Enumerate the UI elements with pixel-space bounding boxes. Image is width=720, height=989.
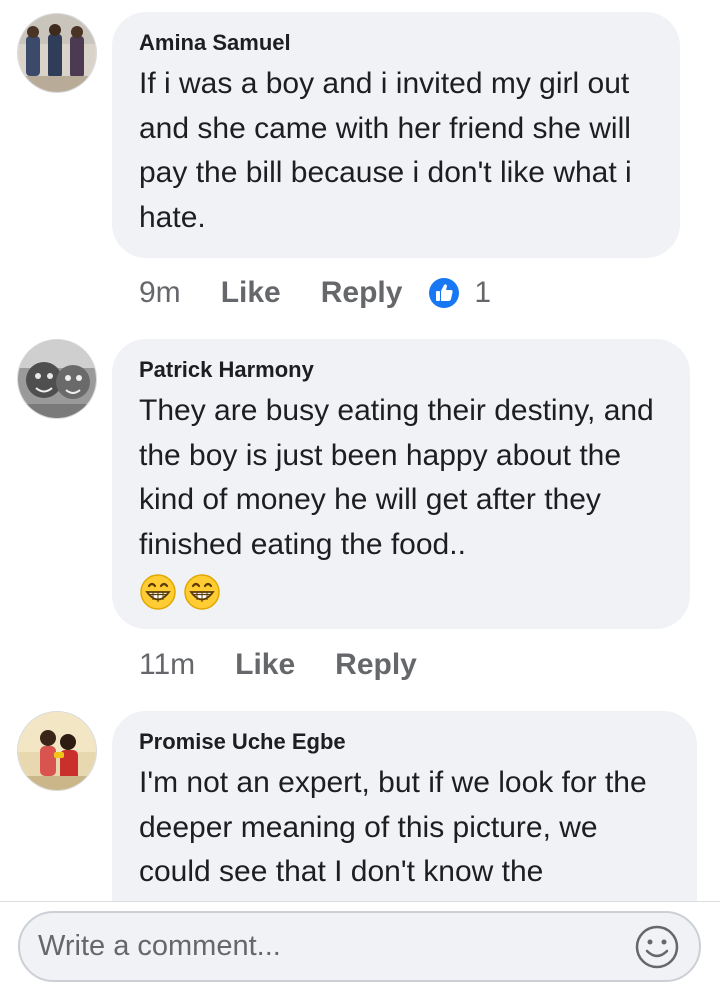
avatar-amina-samuel[interactable] [17,13,97,93]
smiley-icon[interactable] [633,923,681,971]
avatar-photo [18,340,96,418]
grinning-face-emoji [184,574,220,610]
comment-bubble: Patrick Harmony They are busy eating the… [112,339,690,629]
comment-text: They are busy eating their destiny, and … [139,394,654,561]
reply-button[interactable]: Reply [335,648,417,682]
comment-input[interactable] [36,929,633,964]
comment-author[interactable]: Promise Uche Egbe [139,729,671,755]
avatar-promise-uche-egbe[interactable] [17,711,97,791]
comment-text: If i was a boy and i invited my girl out… [139,67,632,234]
comment-timestamp[interactable]: 11m [139,648,195,682]
comment-actions: 11m Like Reply [139,645,457,685]
comment-composer[interactable] [18,911,701,982]
reply-button[interactable]: Reply [321,276,403,310]
grinning-face-emoji [140,574,176,610]
comment-bubble: Amina Samuel If i was a boy and i invite… [112,12,680,258]
like-reaction-icon[interactable] [428,277,460,309]
reaction-count[interactable]: 1 [474,276,491,310]
avatar-photo [18,14,96,92]
avatar-patrick-harmony[interactable] [17,339,97,419]
comment-timestamp[interactable]: 9m [139,276,181,310]
like-button[interactable]: Like [235,648,295,682]
comment-author[interactable]: Amina Samuel [139,30,654,56]
comment-author[interactable]: Patrick Harmony [139,357,664,383]
emoji-row [139,573,664,611]
like-button[interactable]: Like [221,276,281,310]
comment-text: I'm not an expert, but if we look for th… [139,766,647,888]
avatar-photo [18,712,96,790]
comment-actions: 9m Like Reply 1 [139,273,491,313]
